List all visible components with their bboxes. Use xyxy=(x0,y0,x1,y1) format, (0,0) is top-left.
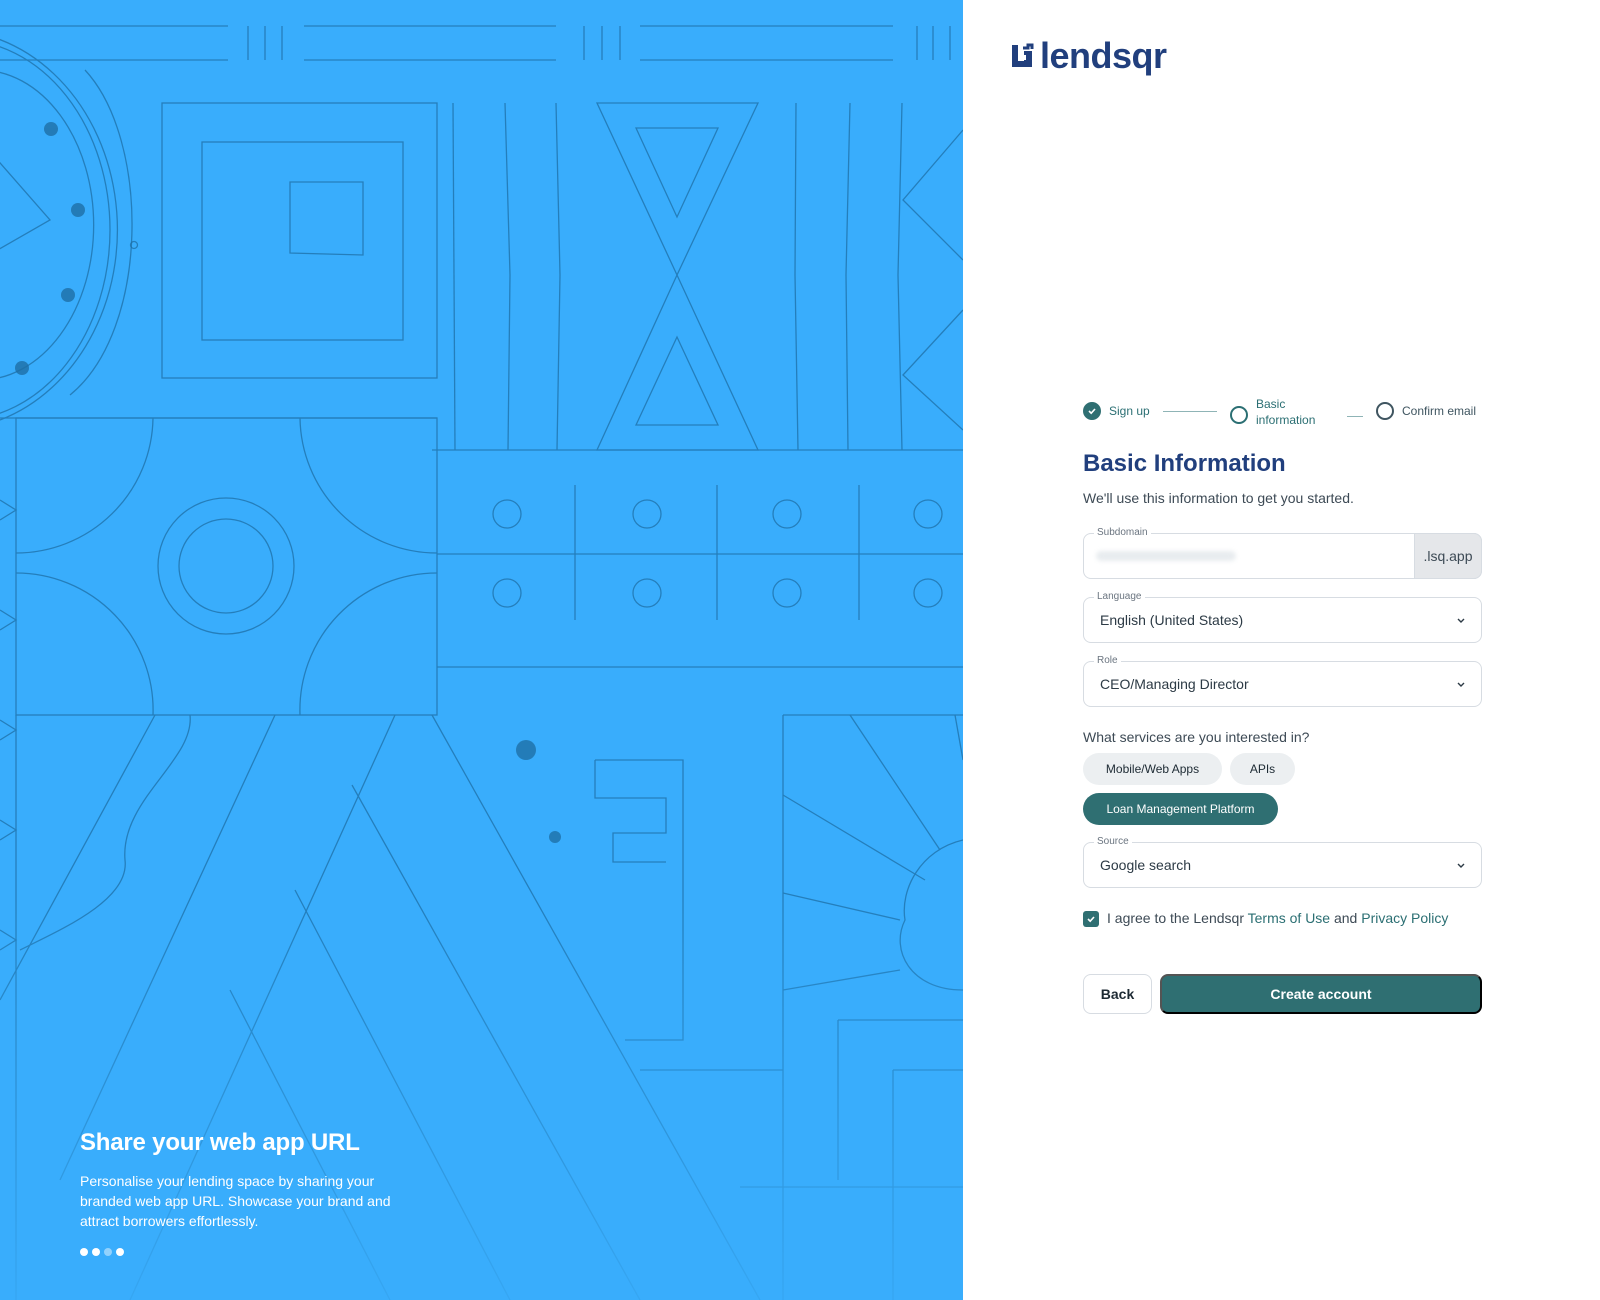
chevron-down-icon xyxy=(1457,682,1465,687)
step-label: Confirm email xyxy=(1402,404,1477,418)
subdomain-value-blurred xyxy=(1096,551,1236,561)
create-account-button[interactable]: Create account xyxy=(1160,974,1482,1014)
back-button[interactable]: Back xyxy=(1083,974,1152,1014)
service-chip-apis[interactable]: APIs xyxy=(1230,753,1295,785)
source-value: Google search xyxy=(1100,857,1192,873)
source-select[interactable]: Source Google search xyxy=(1083,835,1482,888)
chevron-down-icon xyxy=(1457,618,1465,623)
role-value: CEO/Managing Director xyxy=(1100,676,1249,692)
form-subtitle: We'll use this information to get you st… xyxy=(1083,490,1354,506)
hero-title: Share your web app URL xyxy=(80,1129,360,1156)
step-label: Basic information xyxy=(1256,397,1316,427)
brand-logo: lendsqr xyxy=(1010,36,1167,76)
hero-description: Personalise your lending space by sharin… xyxy=(80,1173,391,1229)
signup-stepper: Sign up Basic information Confirm email xyxy=(1083,397,1483,436)
terms-text: I agree to the Lendsqr Terms of Use and … xyxy=(1107,908,1448,928)
service-chip-mobile-web-apps[interactable]: Mobile/Web Apps xyxy=(1083,753,1222,785)
subdomain-field[interactable]: Subdomain .lsq.app xyxy=(1083,526,1482,579)
terms-and: and xyxy=(1330,910,1362,926)
step-basic-information: Basic information xyxy=(1230,396,1326,428)
lendsqr-logo-icon xyxy=(1012,43,1034,67)
service-chip-loan-management-platform[interactable]: Loan Management Platform xyxy=(1083,793,1278,825)
check-icon xyxy=(1087,916,1095,923)
field-label: Source xyxy=(1094,835,1132,849)
terms-agreement: I agree to the Lendsqr Terms of Use and … xyxy=(1083,908,1448,928)
pending-step-circle-icon xyxy=(1376,402,1394,420)
carousel-dot[interactable] xyxy=(80,1248,88,1256)
step-connector xyxy=(1163,411,1217,412)
carousel-dot[interactable] xyxy=(92,1248,100,1256)
terms-checkbox[interactable] xyxy=(1083,911,1099,927)
brand-name: lendsqr xyxy=(1040,35,1167,76)
step-sign-up: Sign up xyxy=(1083,402,1150,420)
services-question: What services are you interested in? xyxy=(1083,729,1310,745)
hero-copy: Share your web app URL Personalise your … xyxy=(80,1129,420,1231)
carousel-dot-active[interactable] xyxy=(104,1248,112,1256)
subdomain-suffix: .lsq.app xyxy=(1414,533,1482,579)
terms-prefix: I agree to the Lendsqr xyxy=(1107,910,1248,926)
field-label: Role xyxy=(1094,654,1121,668)
privacy-policy-link[interactable]: Privacy Policy xyxy=(1361,910,1448,926)
carousel-dot[interactable] xyxy=(116,1248,124,1256)
step-confirm-email: Confirm email xyxy=(1376,402,1476,420)
step-connector xyxy=(1347,416,1363,417)
check-circle-icon xyxy=(1083,402,1101,420)
language-value: English (United States) xyxy=(1100,612,1244,628)
language-select[interactable]: Language English (United States) xyxy=(1083,590,1482,643)
carousel-dots xyxy=(80,1248,124,1256)
hero-pattern-illustration xyxy=(0,25,963,1300)
form-title: Basic Information xyxy=(1083,450,1286,477)
terms-of-use-link[interactable]: Terms of Use xyxy=(1248,910,1330,926)
field-label: Subdomain xyxy=(1094,526,1151,540)
current-step-circle-icon xyxy=(1230,406,1248,424)
step-label: Sign up xyxy=(1109,404,1150,418)
hero-panel: Share your web app URL Personalise your … xyxy=(0,0,963,1300)
field-label: Language xyxy=(1094,590,1145,604)
role-select[interactable]: Role CEO/Managing Director xyxy=(1083,654,1482,707)
chevron-down-icon xyxy=(1457,863,1465,868)
